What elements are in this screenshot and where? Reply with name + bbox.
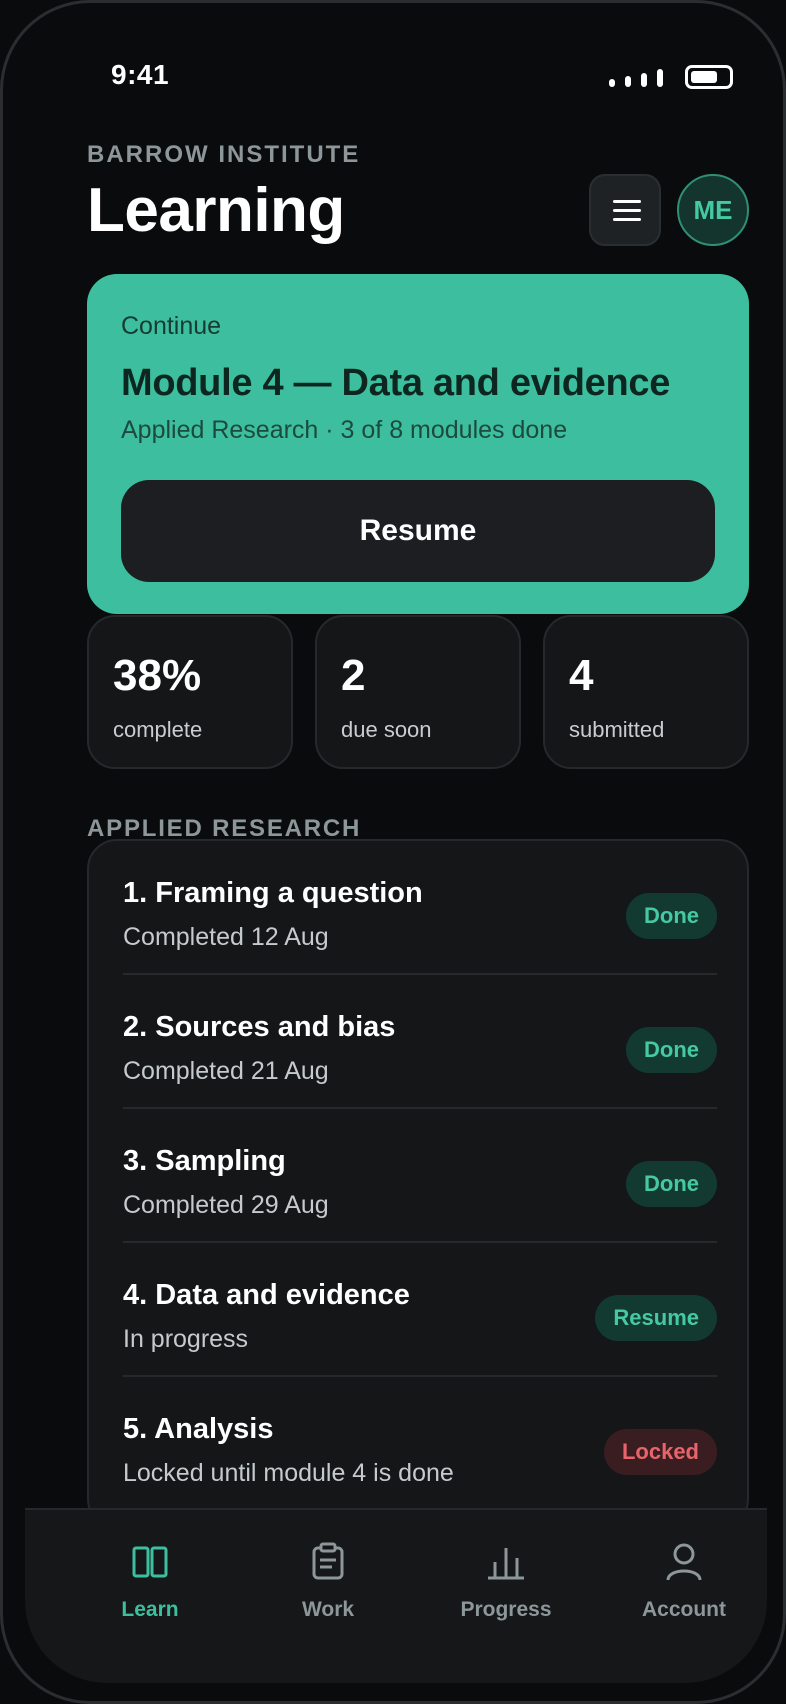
stat-value: 2 bbox=[341, 651, 366, 700]
status-badge: Locked bbox=[603, 1429, 717, 1475]
module-row[interactable]: 1. Framing a question Completed 12 Aug D… bbox=[123, 841, 717, 975]
organization-name: BARROW INSTITUTE bbox=[87, 141, 361, 168]
stat-label: due soon bbox=[341, 717, 432, 742]
battery-icon bbox=[685, 65, 733, 89]
continue-module-title: Module 4 — Data and evidence bbox=[121, 362, 671, 404]
module-row: 5. Analysis Locked until module 4 is don… bbox=[123, 1377, 717, 1511]
book-icon bbox=[132, 1546, 168, 1578]
stat-label: complete bbox=[113, 717, 203, 742]
bar-chart-icon bbox=[488, 1548, 524, 1580]
clipboard-icon bbox=[312, 1542, 344, 1580]
stat-complete: 38% complete bbox=[87, 615, 293, 769]
module-status-text: Completed 29 Aug bbox=[123, 1191, 329, 1219]
tab-label: Progress bbox=[460, 1598, 552, 1621]
module-name: 2. Sources and bias bbox=[123, 1011, 396, 1043]
status-badge: Done bbox=[626, 1161, 717, 1207]
resume-button[interactable]: Resume bbox=[121, 480, 715, 582]
stat-label: submitted bbox=[569, 717, 665, 742]
status-badge: Done bbox=[626, 893, 717, 939]
module-status-text: Completed 21 Aug bbox=[123, 1057, 329, 1085]
page-title: Learning bbox=[87, 176, 345, 245]
continue-label: Continue bbox=[121, 312, 222, 340]
continue-meta: Applied Research · 3 of 8 modules done bbox=[121, 416, 568, 444]
module-row[interactable]: 3. Sampling Completed 29 Aug Done bbox=[123, 1109, 717, 1243]
user-icon bbox=[666, 1543, 702, 1581]
menu-icon-bar bbox=[613, 218, 641, 221]
module-status-text: Completed 12 Aug bbox=[123, 923, 329, 951]
tab-label: Account bbox=[642, 1598, 726, 1621]
module-name: 3. Sampling bbox=[123, 1145, 286, 1177]
tab-progress[interactable]: Progress bbox=[417, 1510, 595, 1630]
module-row[interactable]: 2. Sources and bias Completed 21 Aug Don… bbox=[123, 975, 717, 1109]
stat-due-soon: 2 due soon bbox=[315, 615, 521, 769]
stat-value: 38% bbox=[113, 651, 202, 700]
status-time: 9:41 bbox=[111, 59, 170, 90]
tab-learn[interactable]: Learn bbox=[61, 1510, 239, 1630]
cellular-signal-icon bbox=[609, 69, 665, 87]
resume-module-button[interactable]: Resume bbox=[595, 1295, 717, 1341]
avatar[interactable]: ME bbox=[677, 174, 749, 246]
phone-frame: 9:41 BARROW INSTITUTE Learning ME Contin… bbox=[0, 0, 786, 1704]
tab-label: Learn bbox=[121, 1598, 179, 1621]
menu-icon bbox=[613, 200, 641, 203]
stat-value: 4 bbox=[569, 651, 594, 700]
menu-icon-bar bbox=[613, 209, 641, 212]
module-name: 1. Framing a question bbox=[123, 877, 423, 909]
tab-account[interactable]: Account bbox=[595, 1510, 767, 1630]
stat-submitted: 4 submitted bbox=[543, 615, 749, 769]
module-name: 5. Analysis bbox=[123, 1413, 274, 1445]
module-list: 1. Framing a question Completed 12 Aug D… bbox=[87, 839, 749, 1529]
module-name: 4. Data and evidence bbox=[123, 1279, 410, 1311]
continue-card[interactable]: Continue Module 4 — Data and evidence Ap… bbox=[87, 274, 749, 614]
tab-label: Work bbox=[301, 1598, 355, 1621]
tab-work[interactable]: Work bbox=[239, 1510, 417, 1630]
menu-button[interactable] bbox=[589, 174, 661, 246]
module-status-text: In progress bbox=[123, 1325, 249, 1353]
module-row[interactable]: 4. Data and evidence In progress Resume bbox=[123, 1243, 717, 1377]
tab-bar: Learn Work Progress Account bbox=[25, 1508, 767, 1683]
status-badge: Done bbox=[626, 1027, 717, 1073]
module-status-text: Locked until module 4 is done bbox=[123, 1459, 454, 1487]
screen: 9:41 BARROW INSTITUTE Learning ME Contin… bbox=[25, 3, 767, 1683]
